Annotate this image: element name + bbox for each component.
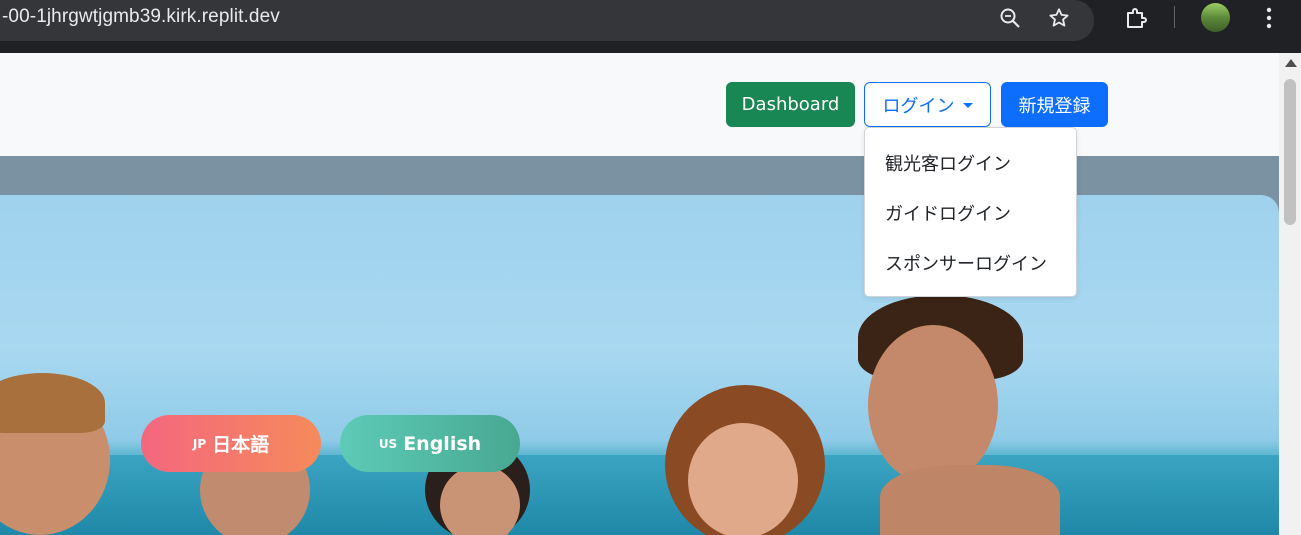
login-dropdown-button[interactable]: ログイン <box>864 82 991 127</box>
browser-toolbar: -00-1jhrgwtjgmb39.kirk.replit.dev <box>0 0 1301 53</box>
register-button[interactable]: 新規登録 <box>1001 82 1108 127</box>
login-label: ログイン <box>882 95 955 117</box>
zoom-icon[interactable] <box>997 5 1023 31</box>
page-scrollbar[interactable] <box>1279 53 1301 535</box>
scrollbar-thumb[interactable] <box>1284 79 1296 225</box>
dashboard-button[interactable]: Dashboard <box>726 82 855 127</box>
address-bar[interactable]: -00-1jhrgwtjgmb39.kirk.replit.dev <box>0 0 1094 41</box>
dropdown-item-sponsor-login[interactable]: スポンサーログイン <box>865 243 1076 283</box>
bookmark-star-icon[interactable] <box>1046 5 1072 31</box>
person-4-head <box>688 423 798 535</box>
caret-down-icon <box>962 103 973 108</box>
dropdown-item-tourist-login[interactable]: 観光客ログイン <box>865 143 1076 183</box>
extensions-icon[interactable] <box>1123 5 1149 31</box>
person-5-head <box>868 325 998 485</box>
language-english-button[interactable]: US English <box>340 415 520 472</box>
address-url[interactable]: -00-1jhrgwtjgmb39.kirk.replit.dev <box>2 6 280 28</box>
profile-avatar[interactable] <box>1201 3 1230 32</box>
person-3-head <box>440 465 520 535</box>
toolbar-separator <box>1174 6 1175 28</box>
jp-flag-code: JP <box>192 436 207 451</box>
us-flag-code: US <box>378 436 398 451</box>
person-1-hair <box>0 373 105 433</box>
login-dropdown-menu: 観光客ログイン ガイドログイン スポンサーログイン <box>864 127 1077 297</box>
jp-label: 日本語 <box>212 434 270 456</box>
language-japanese-button[interactable]: JP 日本語 <box>141 415 321 472</box>
navbar: Dashboard ログイン 新規登録 <box>0 53 1279 156</box>
person-5-body <box>880 465 1060 535</box>
dropdown-item-guide-login[interactable]: ガイドログイン <box>865 193 1076 233</box>
scroll-up-arrow-icon[interactable] <box>1285 59 1297 67</box>
menu-kebab-icon[interactable] <box>1256 5 1282 31</box>
en-label: English <box>403 432 482 455</box>
hero-image <box>0 195 1279 535</box>
